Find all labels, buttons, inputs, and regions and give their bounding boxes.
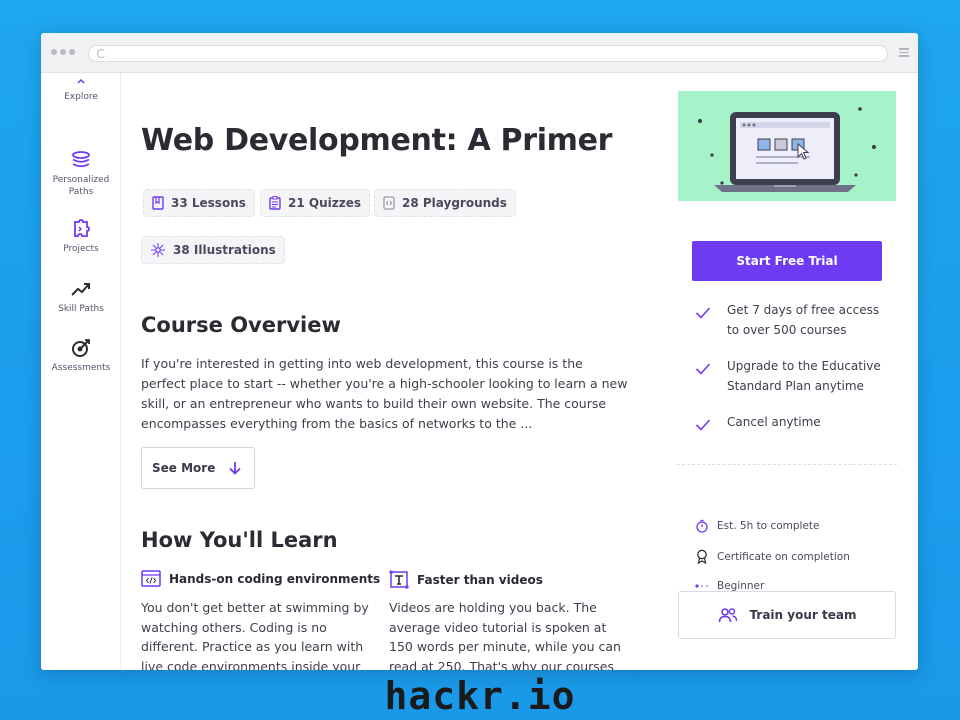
feature-title-text: Faster than videos [417,572,543,587]
sidebar-item-assessments[interactable]: Assessments [41,336,121,374]
benefit-item: Upgrade to the Educative Standard Plan a… [695,356,887,396]
illustrations-chip: 38 Illustrations [141,236,285,264]
award-icon [697,549,707,564]
check-icon [695,419,711,431]
benefit-text: Cancel anytime [727,415,821,429]
arrow-down-icon [229,462,241,475]
puzzle-icon [41,217,121,241]
benefit-item: Cancel anytime [695,412,887,433]
target-icon [41,336,121,360]
lessons-chip: 33 Lessons [143,189,255,217]
left-sidebar: Explore Personalized Paths Projects Skil… [41,73,121,670]
feature-text-coding: You don't get better at swimming by watc… [141,600,369,670]
lessons-count: 33 Lessons [171,196,246,210]
sidebar-item-label: Explore [64,92,98,102]
layers-icon [41,148,121,172]
browser-window: Explore Personalized Paths Projects Skil… [41,33,918,670]
certificate-row: Certificate on completion [695,549,850,564]
sidebar-item-explore[interactable]: Explore [41,75,121,103]
certificate-text: Certificate on completion [717,550,850,563]
network-icon [151,243,165,257]
compass-icon [41,75,121,89]
playgrounds-count: 28 Playgrounds [402,196,507,210]
overview-heading: Course Overview [141,313,341,337]
sidebar-item-label: Assessments [51,363,111,373]
code-file-icon [383,196,395,210]
quizzes-chip: 21 Quizzes [260,189,370,217]
train-your-team-label: Train your team [749,608,857,622]
feature-title-coding: Hands-on coding environments [141,570,380,587]
duration-row: Est. 5h to complete [695,519,820,533]
benefit-text: Get 7 days of free access to over 500 co… [727,303,880,337]
sidebar-item-label: Personalized Paths [52,175,110,197]
sidebar-item-projects[interactable]: Projects [41,217,121,255]
browser-titlebar [41,33,918,73]
sidebar-item-personalized-paths[interactable]: Personalized Paths [41,148,121,198]
feature-text-speed: Videos are holding you back. The average… [389,600,621,670]
playgrounds-chip: 28 Playgrounds [374,189,516,217]
divider [677,464,897,465]
illustrations-count: 38 Illustrations [173,243,276,257]
see-more-label: See More [152,461,216,475]
course-hero-image [678,91,896,201]
window-controls[interactable] [51,49,75,55]
overview-text: If you're interested in getting into web… [141,356,628,431]
check-icon [695,307,711,319]
train-your-team-button[interactable]: Train your team [678,591,896,639]
browser-menu-icon[interactable] [899,48,909,57]
learn-heading: How You'll Learn [141,528,338,552]
page-title: Web Development: A Primer [141,123,613,158]
feature-title-text: Hands-on coding environments [169,571,381,586]
duration-text: Est. 5h to complete [717,520,820,532]
benefit-text: Upgrade to the Educative Standard Plan a… [727,359,881,393]
sidebar-item-skill-paths[interactable]: Skill Paths [41,277,121,315]
level-dots-icon [695,584,709,588]
address-bar[interactable] [88,45,888,62]
hackr-logo: hackr.io [384,674,576,718]
code-window-icon [141,570,161,587]
team-icon [718,608,737,623]
see-more-button[interactable]: See More [141,447,255,489]
benefit-item: Get 7 days of free access to over 500 co… [695,300,887,340]
start-free-trial-button[interactable]: Start Free Trial [692,241,882,281]
sidebar-item-label: Projects [63,244,99,254]
trend-icon [41,277,121,301]
reload-icon[interactable] [97,49,106,58]
feature-title-speed: Faster than videos [389,570,543,589]
text-tool-icon [389,570,409,589]
stopwatch-icon [696,519,708,533]
clipboard-icon [269,196,281,210]
book-icon [152,196,164,210]
quizzes-count: 21 Quizzes [288,196,361,210]
sidebar-item-label: Skill Paths [58,304,104,314]
check-icon [695,363,711,375]
